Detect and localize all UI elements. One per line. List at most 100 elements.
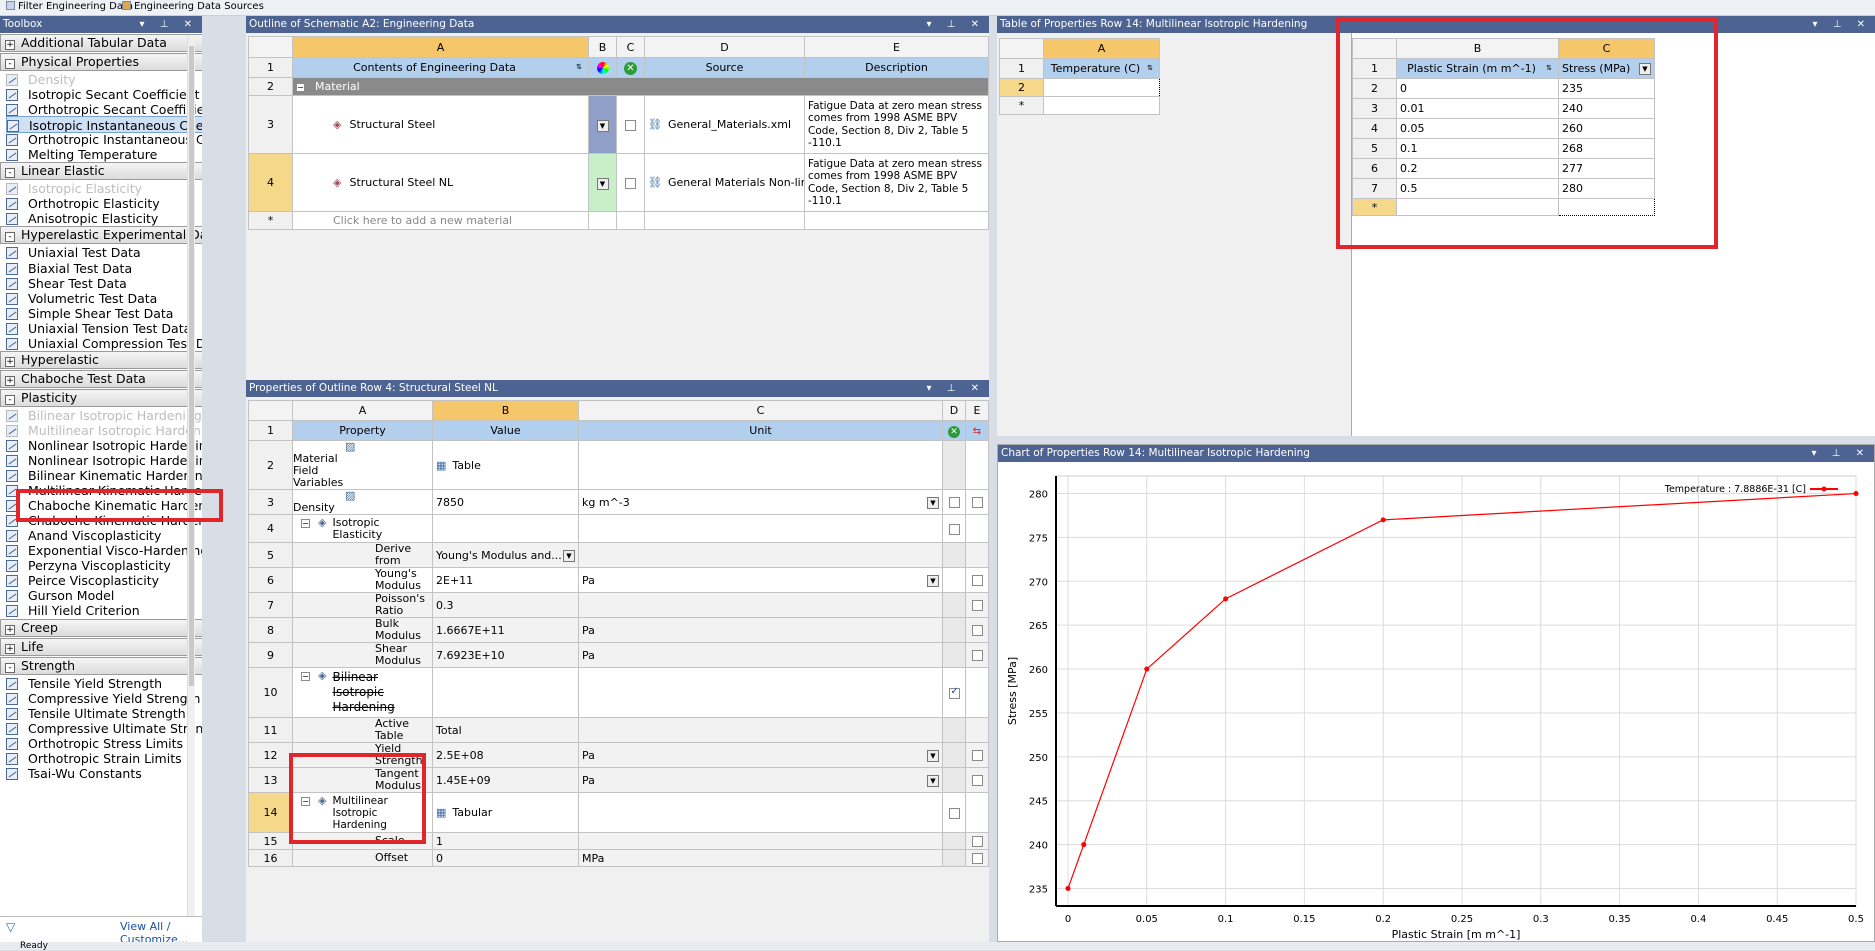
unit-cell[interactable]: Pa bbox=[578, 642, 943, 668]
property-cell[interactable]: ▨Material Field Variables bbox=[292, 440, 433, 490]
sort-icon[interactable]: ⇅ bbox=[573, 62, 585, 74]
panel-controls[interactable]: ▾ ⊥ ✕ bbox=[927, 16, 985, 33]
suppress-cell[interactable] bbox=[942, 717, 966, 743]
checkbox[interactable] bbox=[971, 600, 983, 611]
parameter-cell[interactable] bbox=[965, 792, 989, 833]
unit-cell[interactable]: Pa ▼ bbox=[578, 767, 943, 793]
panel-controls[interactable]: ▾ ⊥ ✕ bbox=[927, 380, 985, 397]
toolbox-item[interactable]: Tsai-Wu Constants bbox=[6, 765, 202, 782]
parameter-cell[interactable] bbox=[965, 667, 989, 718]
unit-cell[interactable] bbox=[578, 667, 943, 718]
value-cell[interactable]: 7850 bbox=[432, 489, 579, 515]
unit-cell[interactable] bbox=[578, 592, 943, 618]
material-name-cell[interactable]: ◈ Structural Steel NL bbox=[292, 153, 589, 212]
property-cell[interactable]: Bulk Modulus bbox=[292, 617, 433, 643]
parameter-cell[interactable] bbox=[965, 742, 989, 768]
property-cell[interactable]: ▨ Density bbox=[292, 489, 433, 515]
unit-cell[interactable]: Pa ▼ bbox=[578, 567, 943, 593]
engineering-data-sources-button[interactable]: Engineering Data Sources bbox=[122, 1, 264, 12]
value-cell[interactable]: Total bbox=[432, 717, 579, 743]
suppress-cell[interactable] bbox=[942, 642, 966, 668]
toolbox-item[interactable]: Uniaxial Compression Test Data bbox=[6, 335, 202, 352]
parameter-cell[interactable] bbox=[965, 849, 989, 867]
col-header-a[interactable]: A bbox=[1043, 38, 1160, 59]
toolbox-section-life[interactable]: + Life bbox=[0, 637, 202, 656]
checkbox[interactable] bbox=[948, 807, 960, 819]
checkbox[interactable] bbox=[948, 686, 960, 699]
temperature-cell[interactable] bbox=[1043, 78, 1160, 97]
suppress-checkbox[interactable] bbox=[616, 153, 645, 212]
expand-icon[interactable]: + bbox=[5, 375, 15, 386]
suppress-cell[interactable] bbox=[942, 667, 966, 718]
suppress-cell[interactable] bbox=[942, 617, 966, 643]
unit-cell[interactable] bbox=[578, 832, 943, 850]
value-cell[interactable]: 0.3 bbox=[432, 592, 579, 618]
description-cell[interactable]: Fatigue Data at zero mean stress comes fr… bbox=[804, 95, 989, 154]
expand-icon[interactable]: + bbox=[5, 40, 15, 50]
suppress-cell[interactable] bbox=[942, 542, 966, 568]
unit-cell[interactable]: kg m^-3 ▼ bbox=[578, 489, 943, 515]
parameter-cell[interactable] bbox=[965, 832, 989, 850]
col-header-a[interactable]: A bbox=[292, 400, 433, 421]
parameter-cell[interactable] bbox=[965, 617, 989, 643]
dropdown-icon[interactable]: ▼ bbox=[596, 119, 609, 132]
collapse-icon[interactable]: - bbox=[5, 168, 15, 179]
expand-icon[interactable]: + bbox=[5, 624, 15, 635]
col-header-d[interactable]: D bbox=[942, 400, 966, 421]
expand-icon[interactable]: + bbox=[5, 356, 15, 367]
suppress-cell[interactable] bbox=[942, 792, 966, 833]
material-color-cell[interactable]: ▼ bbox=[588, 95, 617, 154]
property-cell[interactable]: Young's Modulus bbox=[292, 567, 433, 593]
unit-cell[interactable] bbox=[578, 542, 943, 568]
value-cell[interactable]: 1 bbox=[432, 832, 579, 850]
value-cell[interactable]: ▦ Tabular bbox=[432, 792, 579, 833]
suppress-cell[interactable] bbox=[942, 440, 966, 490]
checkbox[interactable] bbox=[971, 650, 983, 661]
value-cell[interactable]: 0 bbox=[432, 849, 579, 867]
value-cell[interactable]: 1.6667E+11 bbox=[432, 617, 579, 643]
toolbox-section-creep[interactable]: + Creep bbox=[0, 618, 202, 637]
toolbox-section-linear-elastic[interactable]: - Linear Elastic bbox=[0, 162, 202, 181]
property-cell[interactable]: Poisson's Ratio bbox=[292, 592, 433, 618]
collapse-icon[interactable]: - bbox=[5, 394, 15, 405]
suppress-cell[interactable] bbox=[942, 832, 966, 850]
property-cell[interactable]: Offset bbox=[292, 849, 433, 867]
toolbox-item[interactable]: Melting Temperature bbox=[6, 146, 202, 163]
dropdown-icon[interactable]: ▼ bbox=[927, 496, 939, 509]
checkbox[interactable] bbox=[971, 836, 983, 847]
toolbox-item[interactable]: Hill Yield Criterion bbox=[6, 602, 202, 619]
value-cell[interactable]: 2E+11 bbox=[432, 567, 579, 593]
value-cell[interactable]: 7.6923E+10 bbox=[432, 642, 579, 668]
dropdown-icon[interactable]: ▼ bbox=[927, 749, 939, 762]
collapse-icon[interactable]: - bbox=[5, 232, 15, 243]
toolbox-section-physical-properties[interactable]: - Physical Properties bbox=[0, 53, 202, 71]
toolbox-section-hyperelastic[interactable]: + Hyperelastic bbox=[0, 350, 202, 369]
value-cell[interactable]: ▦ Table bbox=[432, 440, 579, 490]
value-cell[interactable] bbox=[432, 514, 579, 543]
material-group-row[interactable]: − Material bbox=[292, 77, 989, 96]
suppress-cell[interactable] bbox=[942, 849, 966, 867]
view-all-customize-link[interactable]: View All / Customize... bbox=[120, 920, 202, 942]
panel-controls[interactable]: ▾ ⊥ ✕ bbox=[1813, 16, 1871, 33]
parameter-cell[interactable] bbox=[965, 592, 989, 618]
checkbox[interactable] bbox=[948, 523, 960, 535]
col-header-a[interactable]: A bbox=[292, 36, 589, 58]
checkbox[interactable] bbox=[948, 497, 960, 508]
dropdown-icon[interactable]: ▼ bbox=[563, 549, 575, 562]
suppress-cell[interactable] bbox=[942, 592, 966, 618]
toolbox-item[interactable]: Anisotropic Elasticity bbox=[6, 210, 202, 227]
toolbox-section-strength[interactable]: - Strength bbox=[0, 656, 202, 675]
checkbox[interactable] bbox=[971, 575, 983, 586]
parameter-cell[interactable] bbox=[965, 440, 989, 490]
parameter-cell[interactable] bbox=[965, 489, 989, 515]
parameter-cell[interactable] bbox=[965, 767, 989, 793]
property-cell[interactable]: − ◈ Bilinear Isotropic Hardening bbox=[292, 667, 433, 718]
property-cell[interactable]: Active Table bbox=[292, 717, 433, 743]
toolbox-section-chaboche-test-data[interactable]: + Chaboche Test Data bbox=[0, 369, 202, 388]
unit-cell[interactable] bbox=[578, 514, 943, 543]
suppress-cell[interactable] bbox=[942, 742, 966, 768]
collapse-icon[interactable]: − bbox=[301, 672, 310, 681]
unit-cell[interactable]: Pa bbox=[578, 617, 943, 643]
parameter-cell[interactable] bbox=[965, 514, 989, 543]
checkbox[interactable] bbox=[971, 497, 983, 508]
